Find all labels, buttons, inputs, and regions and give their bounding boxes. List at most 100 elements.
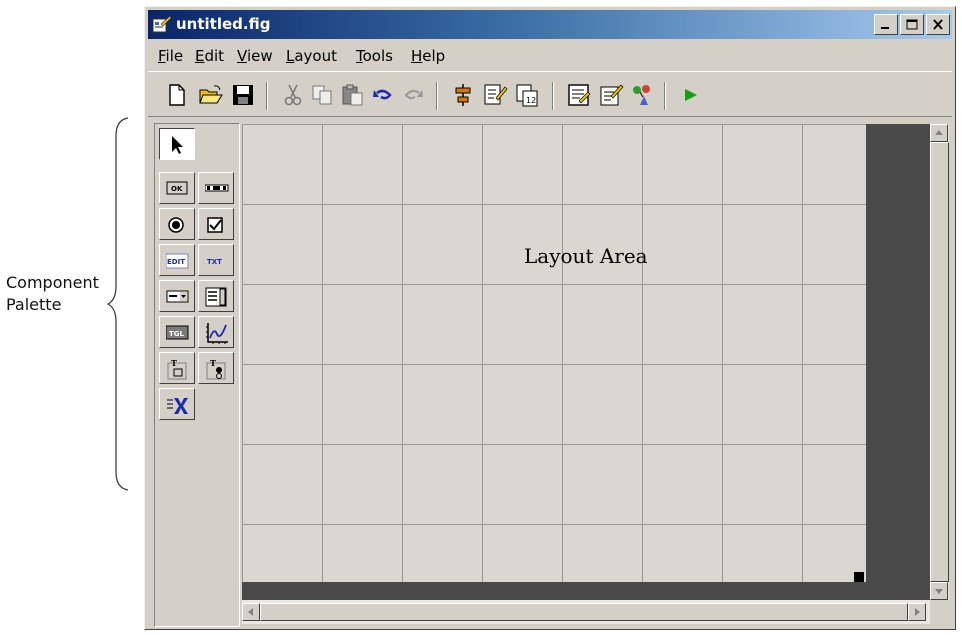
palette-static-text[interactable]: TXT [198,244,234,276]
palette-checkbox[interactable] [198,208,234,240]
minimize-button[interactable] [874,14,898,35]
static-text-icon: TXT [207,258,222,266]
horizontal-scroll-thumb[interactable] [260,603,908,621]
static-text-label: TXT [207,258,222,266]
window-title: untitled.fig [176,15,271,33]
panel-icon: T [167,358,187,380]
run-button[interactable] [678,82,704,108]
align-objects-button[interactable] [450,82,476,108]
undo-button[interactable] [370,82,396,108]
toolbar-separator [664,82,666,110]
scroll-right-button[interactable] [908,603,926,621]
component-palette-annotation: Component Palette [6,272,99,316]
up-arrow-icon [935,130,943,135]
run-icon [685,89,697,101]
close-button[interactable] [926,14,950,35]
annotation-line-1: Component [6,273,99,292]
palette-push-button[interactable]: OK [159,172,195,204]
property-inspector-icon [600,84,624,106]
edit-text-label: EDIT [167,258,185,266]
maximize-button[interactable] [900,14,924,35]
layout-area[interactable]: Layout Area [242,124,866,582]
right-arrow-icon [915,608,920,616]
component-palette: OK EDIT TXT TGL T T [154,123,240,627]
toolbar: 12 [148,71,952,117]
arrow-pointer-icon [172,136,183,154]
save-button[interactable] [230,82,256,108]
palette-radio-button[interactable] [159,208,195,240]
resize-handle[interactable] [854,572,864,582]
push-button-icon: OK [166,181,188,195]
property-inspector-button[interactable] [598,82,624,108]
palette-select-tool[interactable] [159,128,195,160]
menu-edit[interactable]: Edit [195,47,224,65]
svg-text:T: T [171,358,177,368]
close-icon [933,19,943,30]
menu-editor-icon [484,84,508,105]
svg-text:T: T [210,358,216,368]
redo-icon [404,89,423,100]
scrollbar-corner [930,600,949,624]
menu-view[interactable]: View [237,47,273,65]
redo-button[interactable] [400,82,426,108]
mfile-editor-button[interactable] [566,82,592,108]
palette-edit-text[interactable]: EDIT [159,244,195,276]
palette-activex-control[interactable] [159,388,195,420]
palette-panel[interactable]: T [159,352,195,384]
palette-toggle-button[interactable]: TGL [159,316,195,348]
vertical-scrollbar[interactable] [930,124,949,600]
popup-menu-icon [166,290,189,303]
paste-icon [342,84,363,106]
menu-file[interactable]: File [158,47,183,65]
toggle-button-label: TGL [169,330,185,338]
paste-button[interactable] [340,82,366,108]
palette-axes[interactable] [198,316,234,348]
open-icon [199,85,223,104]
toolbar-separator [436,82,438,110]
toggle-button-icon: TGL [166,325,189,340]
object-browser-button[interactable] [630,82,656,108]
horizontal-scrollbar[interactable] [242,600,930,624]
copy-button[interactable] [310,82,336,108]
palette-slider[interactable] [198,172,234,204]
palette-popup-menu[interactable] [159,280,195,312]
svg-text:12: 12 [526,96,536,105]
listbox-icon [205,287,227,307]
scroll-down-button[interactable] [930,582,948,600]
annotation-line-2: Palette [6,295,62,314]
palette-button-group[interactable]: T [198,352,234,384]
new-button[interactable] [164,82,190,108]
title-bar[interactable]: untitled.fig [148,10,952,39]
menu-layout[interactable]: Layout [286,47,337,65]
undo-icon [373,89,392,100]
vertical-scroll-thumb[interactable] [930,142,949,582]
cut-button[interactable] [280,82,306,108]
new-icon [169,84,185,106]
toolbar-separator [266,82,268,110]
mfile-editor-icon [568,84,591,106]
palette-listbox[interactable] [198,280,234,312]
menu-bar: File Edit View Layout Tools Help [148,43,952,67]
tab-order-icon: 12 [516,84,538,107]
layout-area-label: Layout Area [524,244,648,268]
tab-order-button[interactable]: 12 [514,82,540,108]
minimize-icon [881,27,889,29]
copy-icon [312,85,332,105]
button-group-icon: T [206,358,226,380]
axes-icon [206,323,228,344]
push-button-ok-label: OK [171,185,183,193]
slider-icon [205,184,229,192]
edit-text-icon: EDIT [166,253,189,269]
scroll-left-button[interactable] [242,603,260,621]
menu-tools[interactable]: Tools [356,47,393,65]
scroll-up-button[interactable] [930,124,948,142]
open-button[interactable] [198,82,224,108]
brace-icon [106,117,129,491]
menu-editor-button[interactable] [482,82,508,108]
maximize-icon [906,19,918,30]
menu-help[interactable]: Help [411,47,445,65]
activex-icon [167,398,188,414]
radio-button-icon [168,217,184,233]
checkbox-icon [207,217,223,233]
left-arrow-icon [248,608,253,616]
